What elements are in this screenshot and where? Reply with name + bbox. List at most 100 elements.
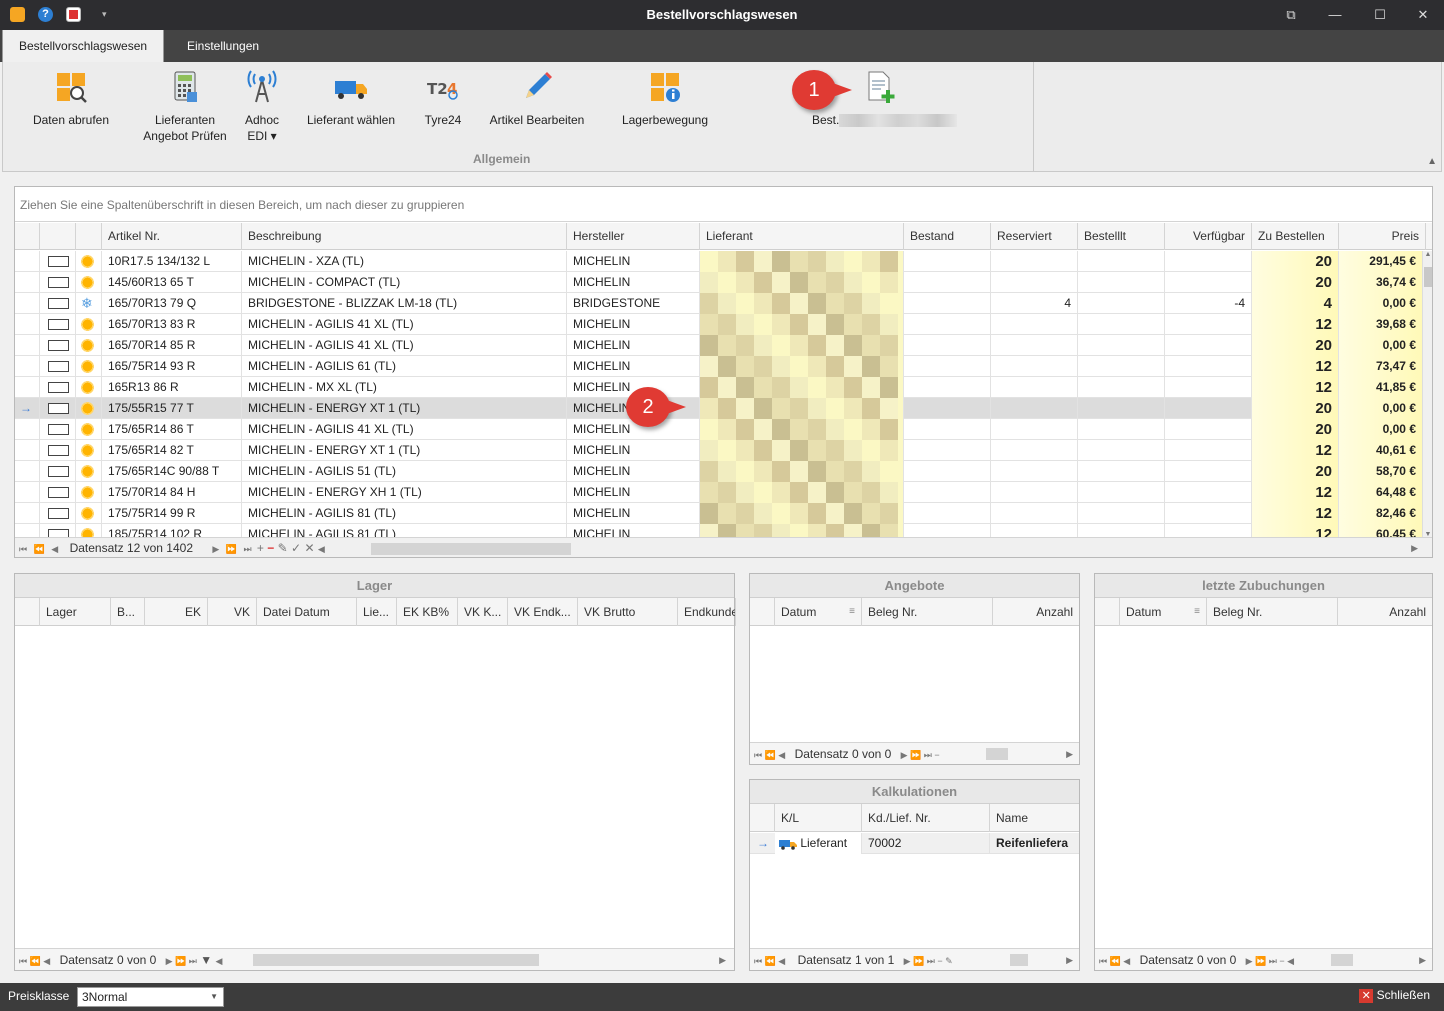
cell-bestellt[interactable] — [1078, 503, 1165, 524]
lieferanten-angebot-button[interactable]: Lieferanten Angebot Prüfen — [137, 70, 233, 144]
cell-bestand[interactable] — [904, 524, 991, 538]
maximize-button[interactable]: ☐ — [1368, 4, 1392, 26]
table-row[interactable]: 145/60R13 65 T MICHELIN - COMPACT (TL) MIC… — [15, 272, 1423, 293]
lager-column-0[interactable]: Lager — [40, 598, 111, 626]
cell-bestand[interactable] — [904, 335, 991, 356]
cell-desc[interactable]: MICHELIN - AGILIS 41 XL (TL) — [242, 335, 567, 356]
lager-column-10[interactable]: Endkunde — [678, 598, 736, 626]
lager-column-7[interactable]: VK K... — [458, 598, 508, 626]
kalk-nr-cell[interactable]: 70002 — [862, 833, 990, 854]
row-checkbox-cell[interactable] — [40, 251, 76, 272]
cell-desc[interactable]: MICHELIN - COMPACT (TL) — [242, 272, 567, 293]
angebote-hscroll-thumb[interactable] — [986, 748, 1008, 760]
cell-bestand[interactable] — [904, 461, 991, 482]
cell-zu-bestellen[interactable]: 12 — [1252, 482, 1339, 503]
cell-preis[interactable]: 0,00 € — [1339, 335, 1423, 356]
tab-bestellvorschlagswesen[interactable]: Bestellvorschlagswesen — [2, 30, 165, 62]
cell-zu-bestellen[interactable]: 4 — [1252, 293, 1339, 314]
angebote-column-datum[interactable]: Datum ≡ — [775, 598, 862, 626]
nav-first-icon[interactable]: ⏮ ⏪ ◀ — [19, 544, 60, 554]
cell-preis[interactable]: 39,68 € — [1339, 314, 1423, 335]
cell-preis[interactable]: 64,48 € — [1339, 482, 1423, 503]
cell-bestellt[interactable] — [1078, 377, 1165, 398]
lager-nav-next-icon[interactable]: ▶ ⏩ ⏭ — [166, 956, 197, 966]
cell-lieferant-redacted[interactable] — [700, 335, 904, 356]
kalk-name-cell[interactable]: Reifenliefera — [990, 833, 1079, 854]
kalk-type-cell[interactable]: Lieferant — [775, 833, 862, 854]
cell-desc[interactable]: MICHELIN - AGILIS 51 (TL) — [242, 461, 567, 482]
row-checkbox-cell[interactable] — [40, 377, 76, 398]
table-row[interactable]: 175/65R14 82 T MICHELIN - ENERGY XT 1 (TL… — [15, 440, 1423, 461]
column-reserviert[interactable]: Reserviert — [991, 223, 1078, 250]
cell-preis[interactable]: 41,85 € — [1339, 377, 1423, 398]
row-checkbox-cell[interactable] — [40, 356, 76, 377]
column-beschreibung[interactable]: Beschreibung — [242, 223, 567, 250]
table-row[interactable]: 175/65R14 86 T MICHELIN - AGILIS 41 XL (T… — [15, 419, 1423, 440]
table-row[interactable]: → 175/55R15 77 T MICHELIN - ENERGY XT 1 (T… — [15, 398, 1423, 419]
kalk-column-nr[interactable]: Kd./Lief. Nr. — [862, 804, 990, 832]
table-row[interactable]: 165/70R14 85 R MICHELIN - AGILIS 41 XL (T… — [15, 335, 1423, 356]
zub-hscroll-right-icon[interactable]: ▶ — [1419, 949, 1426, 970]
checkbox[interactable] — [48, 466, 69, 477]
lager-column-3[interactable]: VK — [208, 598, 257, 626]
cell-mfr[interactable]: MICHELIN — [567, 356, 700, 377]
cell-reserviert[interactable] — [991, 419, 1078, 440]
tyre24-button[interactable]: T2 4 Tyre24 — [417, 70, 469, 128]
cell-preis[interactable]: 73,47 € — [1339, 356, 1423, 377]
cell-lieferant-redacted[interactable] — [700, 377, 904, 398]
row-checkbox-cell[interactable] — [40, 440, 76, 461]
lager-column-6[interactable]: EK KB% — [397, 598, 458, 626]
column-zu-bestellen[interactable]: Zu Bestellen — [1252, 223, 1339, 250]
row-checkbox-cell[interactable] — [40, 335, 76, 356]
lager-column-8[interactable]: VK Endk... — [508, 598, 578, 626]
cell-reserviert[interactable] — [991, 461, 1078, 482]
cell-bestand[interactable] — [904, 272, 991, 293]
cell-bestand[interactable] — [904, 482, 991, 503]
column-lieferant[interactable]: Lieferant — [700, 223, 904, 250]
row-checkbox-cell[interactable] — [40, 482, 76, 503]
cell-lieferant-redacted[interactable] — [700, 398, 904, 419]
cell-verfuegbar[interactable] — [1165, 314, 1252, 335]
cell-bestellt[interactable] — [1078, 419, 1165, 440]
column-bestellt[interactable]: Bestelllt — [1078, 223, 1165, 250]
cell-mfr[interactable]: MICHELIN — [567, 251, 700, 272]
cell-zu-bestellen[interactable]: 20 — [1252, 419, 1339, 440]
lager-column-2[interactable]: EK — [145, 598, 208, 626]
cell-preis[interactable]: 40,61 € — [1339, 440, 1423, 461]
cell-reserviert[interactable] — [991, 251, 1078, 272]
kalk-hscroll-right-icon[interactable]: ▶ — [1066, 949, 1073, 970]
cell-mfr[interactable]: MICHELIN — [567, 335, 700, 356]
cell-bestellt[interactable] — [1078, 335, 1165, 356]
table-row[interactable]: 175/70R14 84 H MICHELIN - ENERGY XH 1 (TL… — [15, 482, 1423, 503]
checkbox[interactable] — [48, 298, 69, 309]
cell-verfuegbar[interactable] — [1165, 398, 1252, 419]
cell-preis[interactable]: 0,00 € — [1339, 398, 1423, 419]
lager-column-4[interactable]: Datei Datum — [257, 598, 357, 626]
cell-bestellt[interactable] — [1078, 314, 1165, 335]
cell-bestand[interactable] — [904, 503, 991, 524]
table-row[interactable]: 165/75R14 93 R MICHELIN - AGILIS 61 (TL) M… — [15, 356, 1423, 377]
cell-reserviert[interactable] — [991, 314, 1078, 335]
kalk-nav-next-icon[interactable]: ▶ ⏩ ⏭ − ✎ — [904, 956, 953, 966]
cell-lieferant-redacted[interactable] — [700, 461, 904, 482]
cell-art[interactable]: 175/75R14 99 R — [102, 503, 242, 524]
cell-bestellt[interactable] — [1078, 251, 1165, 272]
cell-preis[interactable]: 291,45 € — [1339, 251, 1423, 272]
table-row[interactable]: 175/75R14 99 R MICHELIN - AGILIS 81 (TL) M… — [15, 503, 1423, 524]
cell-lieferant-redacted[interactable] — [700, 503, 904, 524]
cell-mfr[interactable]: MICHELIN — [567, 482, 700, 503]
row-checkbox-cell[interactable] — [40, 461, 76, 482]
cell-art[interactable]: 145/60R13 65 T — [102, 272, 242, 293]
cell-desc[interactable]: BRIDGESTONE - BLIZZAK LM-18 (TL) — [242, 293, 567, 314]
collapse-ribbon-icon[interactable]: ▲ — [1427, 156, 1437, 167]
row-checkbox-cell[interactable] — [40, 524, 76, 538]
lager-column-5[interactable]: Lie... — [357, 598, 397, 626]
zub-column-datum[interactable]: Datum ≡ — [1120, 598, 1207, 626]
cell-preis[interactable]: 58,70 € — [1339, 461, 1423, 482]
cell-verfuegbar[interactable] — [1165, 272, 1252, 293]
row-checkbox-cell[interactable] — [40, 419, 76, 440]
table-row[interactable]: 185/75R14 102 R MICHELIN - AGILIS 81 (TL)… — [15, 524, 1423, 538]
cell-verfuegbar[interactable] — [1165, 524, 1252, 538]
cell-lieferant-redacted[interactable] — [700, 272, 904, 293]
angebote-nav-next-icon[interactable]: ▶ ⏩ ⏭ − — [901, 750, 940, 760]
